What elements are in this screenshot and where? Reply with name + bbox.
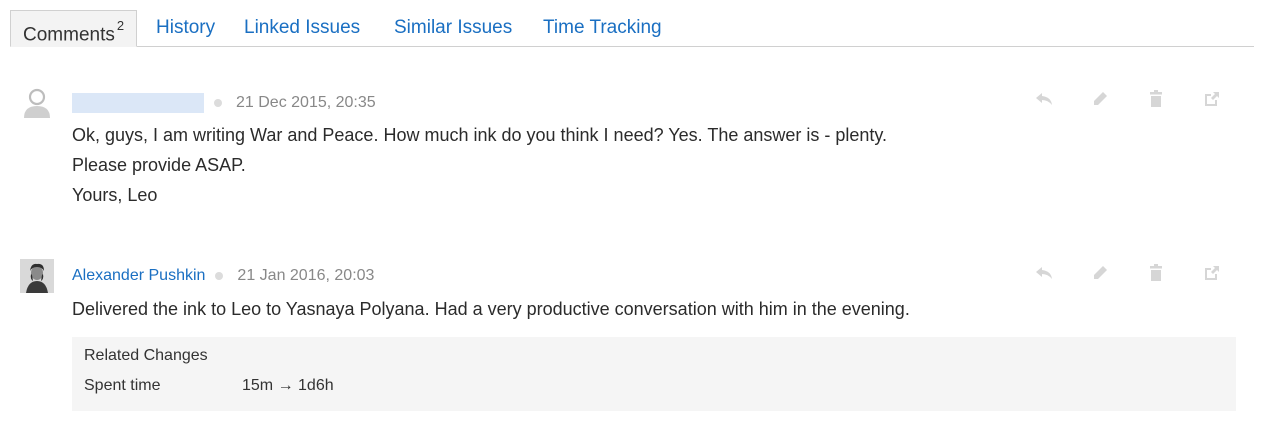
edit-icon[interactable] xyxy=(1072,261,1128,285)
default-avatar-icon xyxy=(20,86,54,120)
tab-linked-issues[interactable]: Linked Issues xyxy=(244,10,360,46)
comment-actions xyxy=(1016,87,1240,111)
permalink-icon[interactable] xyxy=(1184,261,1240,285)
edit-icon[interactable] xyxy=(1072,87,1128,111)
comment-text-line: Yours, Leo xyxy=(72,185,158,205)
comment-text-line: Please provide ASAP. xyxy=(72,155,246,175)
tab-history[interactable]: History xyxy=(156,10,215,46)
tab-comments[interactable]: Comments 2 xyxy=(10,10,138,47)
tab-comments-label: Comments xyxy=(23,24,115,46)
comments-count: 2 xyxy=(116,18,125,33)
comment-timestamp[interactable]: 21 Jan 2016, 20:03 xyxy=(237,267,374,284)
comment-text-line: Delivered the ink to Leo to Yasnaya Poly… xyxy=(72,299,910,319)
related-changes-title: Related Changes xyxy=(84,347,208,364)
separator-dot xyxy=(215,271,224,280)
tab-time-tracking[interactable]: Time Tracking xyxy=(543,10,662,46)
related-changes-panel: Related Changes Spent time 15m → 1d6h xyxy=(72,337,1236,411)
comment-timestamp[interactable]: 21 Dec 2015, 20:35 xyxy=(236,94,376,111)
separator-dot xyxy=(214,99,222,107)
delete-icon[interactable] xyxy=(1128,87,1184,111)
author-avatar[interactable] xyxy=(20,259,54,293)
comment-meta: 21 Dec 2015, 20:35 xyxy=(72,93,376,113)
comment-actions xyxy=(1016,261,1240,285)
issue-tabs: Comments 2 History Linked Issues Similar … xyxy=(10,10,1254,47)
changed-field-label: Spent time xyxy=(84,377,161,394)
changed-field-value: 15m → 1d6h xyxy=(242,377,334,394)
comment-text-line: Ok, guys, I am writing War and Peace. Ho… xyxy=(72,125,888,145)
tab-similar-issues[interactable]: Similar Issues xyxy=(394,10,512,46)
author-name-redacted[interactable] xyxy=(72,93,204,113)
reply-icon[interactable] xyxy=(1016,87,1072,111)
comment-meta: Alexander Pushkin 21 Jan 2016, 20:03 xyxy=(72,267,374,285)
reply-icon[interactable] xyxy=(1016,261,1072,285)
delete-icon[interactable] xyxy=(1128,261,1184,285)
permalink-icon[interactable] xyxy=(1184,87,1240,111)
author-name[interactable]: Alexander Pushkin xyxy=(72,267,205,284)
